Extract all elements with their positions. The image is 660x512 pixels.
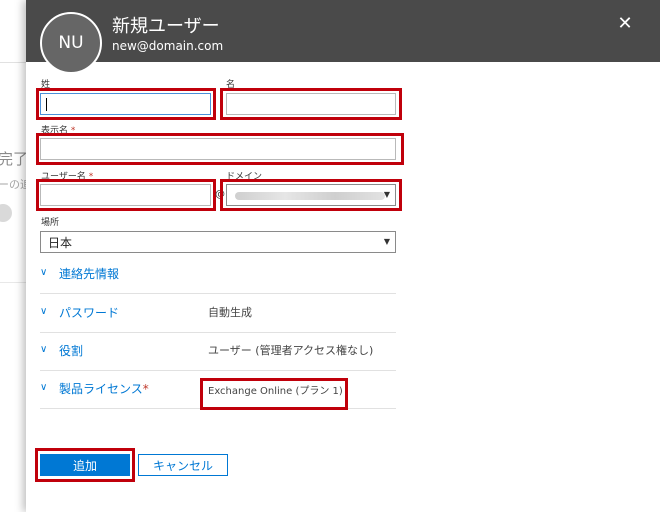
section-label: 連絡先情報 bbox=[59, 267, 120, 281]
panel-title: 新規ユーザー bbox=[112, 16, 220, 37]
display-name-label-text: 表示名 bbox=[41, 126, 69, 136]
panel-email: new@domain.com bbox=[112, 39, 224, 53]
caret-down-icon: ▼ bbox=[383, 190, 390, 199]
first-name-label: 名 bbox=[226, 80, 236, 90]
username-input[interactable] bbox=[40, 184, 211, 206]
section-label-text: 製品ライセンス bbox=[59, 382, 143, 396]
section-label: パスワード bbox=[59, 306, 120, 320]
close-button[interactable]: ✕ bbox=[614, 12, 636, 34]
username-label: ユーザー名 * bbox=[41, 169, 93, 182]
required-mark: * bbox=[88, 172, 94, 182]
new-user-panel: 新規ユーザー new@domain.com ✕ NU 姓 名 表示名 * ユーザ… bbox=[26, 0, 660, 512]
domain-select[interactable]: ▼ bbox=[226, 184, 396, 206]
at-sign: @ bbox=[215, 189, 225, 200]
chevron-down-icon: ∨ bbox=[40, 382, 48, 393]
location-selected-value: 日本 bbox=[48, 235, 73, 250]
add-button[interactable]: 追加 bbox=[40, 454, 130, 476]
cancel-button[interactable]: キャンセル bbox=[138, 454, 228, 476]
section-label: 製品ライセンス* bbox=[59, 380, 149, 397]
section-product-license[interactable]: ∨ 製品ライセンス* Exchange Online (プラン 1) bbox=[40, 371, 396, 409]
domain-label: ドメイン bbox=[226, 172, 263, 182]
last-name-input[interactable] bbox=[40, 93, 211, 115]
section-password[interactable]: ∨ パスワード 自動生成 bbox=[40, 295, 396, 333]
location-select[interactable]: 日本 ▼ bbox=[40, 231, 396, 253]
chevron-down-icon: ∨ bbox=[40, 344, 48, 355]
caret-down-icon: ▼ bbox=[383, 237, 390, 246]
background-radio bbox=[0, 204, 12, 222]
chevron-down-icon: ∨ bbox=[40, 306, 48, 317]
section-label: 役割 bbox=[59, 344, 84, 358]
blurred-domain-value bbox=[235, 192, 385, 200]
section-value: ユーザー (管理者アクセス権なし) bbox=[208, 344, 374, 357]
panel-header: 新規ユーザー new@domain.com ✕ bbox=[26, 0, 660, 62]
display-name-input[interactable] bbox=[40, 138, 396, 160]
username-label-text: ユーザー名 bbox=[41, 172, 86, 182]
required-mark: * bbox=[70, 126, 76, 136]
section-value: Exchange Online (プラン 1) bbox=[208, 386, 343, 397]
first-name-input[interactable] bbox=[226, 93, 396, 115]
section-role[interactable]: ∨ 役割 ユーザー (管理者アクセス権なし) bbox=[40, 333, 396, 371]
section-contact-info[interactable]: ∨ 連絡先情報 bbox=[40, 256, 396, 294]
close-icon: ✕ bbox=[617, 12, 633, 34]
last-name-label: 姓 bbox=[41, 80, 51, 90]
text-caret bbox=[46, 98, 47, 111]
required-mark: * bbox=[142, 382, 149, 396]
avatar: NU bbox=[40, 12, 102, 74]
location-label: 場所 bbox=[41, 218, 60, 228]
section-value: 自動生成 bbox=[208, 306, 252, 319]
chevron-down-icon: ∨ bbox=[40, 267, 48, 278]
display-name-label: 表示名 * bbox=[41, 123, 75, 136]
